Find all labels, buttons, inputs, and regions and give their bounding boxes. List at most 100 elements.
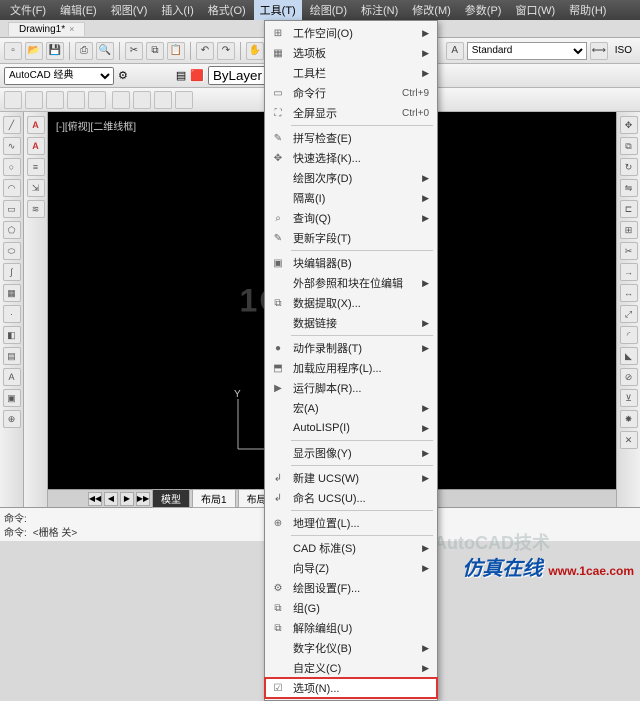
menu-item[interactable]: ▣块编辑器(B): [265, 253, 437, 273]
menu-item[interactable]: ⚙绘图设置(F)...: [265, 578, 437, 598]
menu-item[interactable]: ✥快速选择(K)...: [265, 148, 437, 168]
menu-item[interactable]: ⊕地理位置(L)...: [265, 513, 437, 533]
line-tool[interactable]: ╱: [3, 116, 21, 134]
menu-draw[interactable]: 绘图(D): [304, 0, 353, 20]
circle-tool[interactable]: ○: [3, 158, 21, 176]
menu-help[interactable]: 帮助(H): [563, 0, 612, 20]
text-style-icon[interactable]: A: [446, 42, 464, 60]
menu-item[interactable]: ⧉数据提取(X)...: [265, 293, 437, 313]
menu-item[interactable]: 工具栏▶: [265, 63, 437, 83]
block-tool[interactable]: ▣: [3, 389, 21, 407]
menu-format[interactable]: 格式(O): [202, 0, 252, 20]
menu-item[interactable]: ▶运行脚本(R)...: [265, 378, 437, 398]
spline-tool[interactable]: ∫: [3, 263, 21, 281]
menu-item[interactable]: 数据链接▶: [265, 313, 437, 333]
ellipse-tool[interactable]: ⬭: [3, 242, 21, 260]
field-tool[interactable]: ≡: [27, 158, 45, 176]
copy-tool[interactable]: ⧉: [620, 137, 638, 155]
tab-nav-next[interactable]: ▶: [120, 492, 134, 506]
menu-tools[interactable]: 工具(T): [254, 0, 302, 20]
fillet-tool[interactable]: ◜: [620, 326, 638, 344]
menu-dimension[interactable]: 标注(N): [355, 0, 404, 20]
open-button[interactable]: 📂: [25, 42, 43, 60]
mtext-a-tool[interactable]: A: [27, 116, 45, 134]
prop-8[interactable]: [154, 91, 172, 109]
menu-item[interactable]: ⬒加载应用程序(L)...: [265, 358, 437, 378]
menu-item[interactable]: 隔离(I)▶: [265, 188, 437, 208]
hatch-tool[interactable]: ▦: [3, 284, 21, 302]
menu-item[interactable]: ✎更新字段(T): [265, 228, 437, 248]
polygon-tool[interactable]: ⬠: [3, 221, 21, 239]
menu-item[interactable]: ⧉解除编组(U): [265, 618, 437, 638]
break-tool[interactable]: ⊘: [620, 368, 638, 386]
paste-button[interactable]: 📋: [167, 42, 185, 60]
preview-button[interactable]: 🔍: [96, 42, 114, 60]
command-input[interactable]: <栅格 关>: [33, 524, 77, 539]
menu-item[interactable]: 宏(A)▶: [265, 398, 437, 418]
rect-tool[interactable]: ▭: [3, 200, 21, 218]
menu-item[interactable]: ⌕查询(Q)▶: [265, 208, 437, 228]
dim-style-icon[interactable]: ⟷: [590, 42, 608, 60]
redo-button[interactable]: ↷: [217, 42, 235, 60]
prop-2[interactable]: [25, 91, 43, 109]
scale-tool[interactable]: ⇲: [27, 179, 45, 197]
menu-item[interactable]: 外部参照和块在位编辑▶: [265, 273, 437, 293]
menu-item[interactable]: 向导(Z)▶: [265, 558, 437, 578]
tab-nav-last[interactable]: ▶▶: [136, 492, 150, 506]
justify-tool[interactable]: ≋: [27, 200, 45, 218]
mirror-tool[interactable]: ⇋: [620, 179, 638, 197]
layer-props-button[interactable]: ▤: [176, 69, 186, 82]
menu-modify[interactable]: 修改(M): [406, 0, 457, 20]
insert-tool[interactable]: ⊕: [3, 410, 21, 428]
menu-item[interactable]: ⧉组(G): [265, 598, 437, 618]
viewport-label[interactable]: [-][俯视][二维线框]: [56, 118, 136, 133]
undo-button[interactable]: ↶: [196, 42, 214, 60]
text-style-dropdown[interactable]: Standard: [467, 42, 587, 60]
tab-nav-prev[interactable]: ◀: [104, 492, 118, 506]
table-tool[interactable]: ▤: [3, 347, 21, 365]
menu-item[interactable]: ▭命令行Ctrl+9: [265, 83, 437, 103]
move-tool[interactable]: ✥: [620, 116, 638, 134]
workspace-dropdown[interactable]: AutoCAD 经典: [4, 67, 114, 85]
menu-item[interactable]: ☑选项(N)...: [265, 678, 437, 698]
trim-tool[interactable]: ✂: [620, 242, 638, 260]
prop-3[interactable]: [46, 91, 64, 109]
extend-tool[interactable]: →: [620, 263, 638, 281]
pan-button[interactable]: ✋: [246, 42, 264, 60]
erase-tool[interactable]: ✕: [620, 431, 638, 449]
rotate-tool[interactable]: ↻: [620, 158, 638, 176]
menu-item[interactable]: 数字化仪(B)▶: [265, 638, 437, 658]
stretch-tool[interactable]: ↔: [620, 284, 638, 302]
tab-model[interactable]: 模型: [152, 489, 190, 508]
print-button[interactable]: ⎙: [75, 42, 93, 60]
new-button[interactable]: ▫: [4, 42, 22, 60]
chamfer-tool[interactable]: ◣: [620, 347, 638, 365]
join-tool[interactable]: ⊻: [620, 389, 638, 407]
menu-item[interactable]: 自定义(C)▶: [265, 658, 437, 678]
menu-file[interactable]: 文件(F): [4, 0, 52, 20]
menu-item[interactable]: ●动作录制器(T)▶: [265, 338, 437, 358]
menu-parametric[interactable]: 参数(P): [459, 0, 508, 20]
menu-item[interactable]: ⊞工作空间(O)▶: [265, 23, 437, 43]
prop-6[interactable]: [112, 91, 130, 109]
tab-layout1[interactable]: 布局1: [192, 489, 236, 508]
menu-item[interactable]: 绘图次序(D)▶: [265, 168, 437, 188]
point-tool[interactable]: ·: [3, 305, 21, 323]
menu-item[interactable]: AutoLISP(I)▶: [265, 418, 437, 438]
mtext-tool[interactable]: A: [3, 368, 21, 386]
prop-1[interactable]: [4, 91, 22, 109]
tab-nav-first[interactable]: ◀◀: [88, 492, 102, 506]
menu-item[interactable]: 显示图像(Y)▶: [265, 443, 437, 463]
save-button[interactable]: 💾: [46, 42, 64, 60]
menu-item[interactable]: ✎拼写检查(E): [265, 128, 437, 148]
menu-window[interactable]: 窗口(W): [509, 0, 561, 20]
menu-item[interactable]: ↲命名 UCS(U)...: [265, 488, 437, 508]
menu-item[interactable]: CAD 标准(S)▶: [265, 538, 437, 558]
arc-tool[interactable]: ◠: [3, 179, 21, 197]
menu-edit[interactable]: 编辑(E): [54, 0, 103, 20]
cut-button[interactable]: ✂: [125, 42, 143, 60]
doc-tab[interactable]: Drawing1* ×: [8, 22, 85, 36]
explode-tool[interactable]: ✸: [620, 410, 638, 428]
polyline-tool[interactable]: ∿: [3, 137, 21, 155]
scale-tool-r[interactable]: ⤢: [620, 305, 638, 323]
